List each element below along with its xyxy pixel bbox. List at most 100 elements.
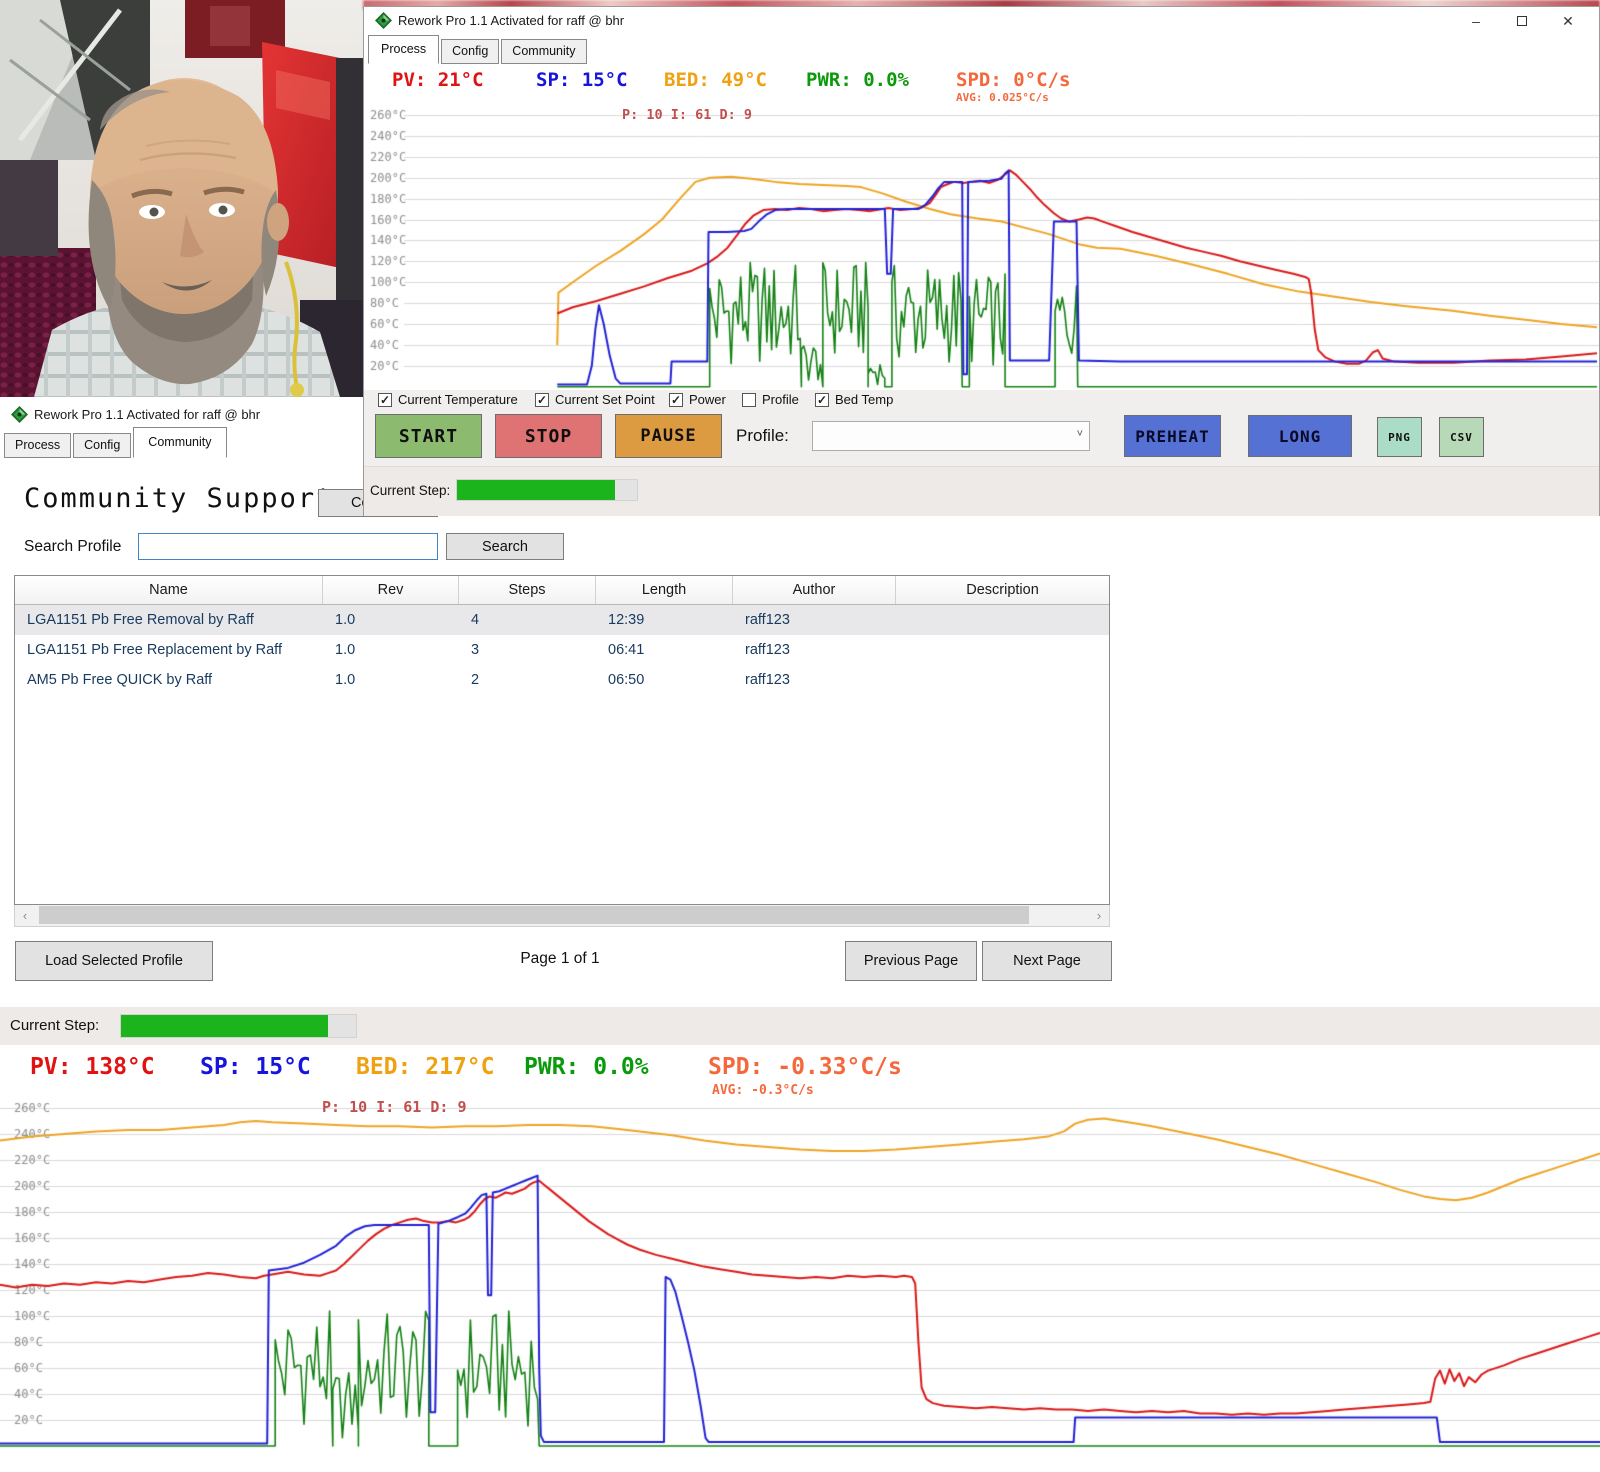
cell-steps: 3	[459, 642, 596, 658]
table-row[interactable]: AM5 Pb Free QUICK by Raff 1.0 2 06:50 ra…	[15, 665, 1109, 695]
current-step-label: Current Step:	[370, 483, 450, 498]
webcam-video	[0, 0, 363, 397]
table-row[interactable]: LGA1151 Pb Free Removal by Raff 1.0 4 12…	[15, 605, 1109, 635]
scroll-right-icon[interactable]: ›	[1089, 905, 1109, 925]
checkbox-label: Profile	[762, 392, 799, 407]
cell-steps: 2	[459, 672, 596, 688]
window-title: Rework Pro 1.1 Activated for raff @ bhr	[34, 407, 260, 422]
community-support-heading: Community Support	[24, 483, 334, 514]
table-horizontal-scrollbar[interactable]: ‹ ›	[14, 905, 1110, 927]
sp-readout: SP: 15°C	[200, 1054, 311, 1080]
checkbox-profile[interactable]: Profile	[742, 392, 799, 407]
csv-export-button[interactable]: CSV	[1439, 417, 1484, 457]
start-button[interactable]: START	[375, 414, 482, 458]
pwr-readout: PWR: 0.0%	[806, 69, 909, 91]
col-rev[interactable]: Rev	[323, 576, 459, 604]
scroll-left-icon[interactable]: ‹	[15, 905, 35, 925]
cell-name: LGA1151 Pb Free Removal by Raff	[15, 612, 323, 628]
col-steps[interactable]: Steps	[459, 576, 596, 604]
process-titlebar[interactable]: Rework Pro 1.1 Activated for raff @ bhr …	[364, 7, 1599, 35]
table-row[interactable]: LGA1151 Pb Free Replacement by Raff 1.0 …	[15, 635, 1109, 665]
checkbox-label: Current Set Point	[555, 392, 655, 407]
cell-length: 12:39	[596, 612, 733, 628]
scrollbar-thumb[interactable]	[39, 906, 1029, 924]
bottom-chart-area: PV: 138°C SP: 15°C BED: 217°C PWR: 0.0% …	[0, 1045, 1600, 1467]
profile-combobox[interactable]: ˅	[812, 421, 1090, 451]
minimize-button[interactable]: –	[1453, 7, 1499, 35]
tab-process[interactable]: Process	[4, 433, 71, 458]
profile-label: Profile:	[736, 426, 789, 446]
cell-length: 06:50	[596, 672, 733, 688]
checkbox-label: Current Temperature	[398, 392, 518, 407]
search-profile-label: Search Profile	[24, 538, 121, 556]
process-chart-bottom-wrap: P: 10 I: 61 D: 9	[0, 1096, 1600, 1467]
current-step-label: Current Step:	[10, 1017, 99, 1034]
cell-name: LGA1151 Pb Free Replacement by Raff	[15, 642, 323, 658]
pid-readout: P: 10 I: 61 D: 9	[622, 107, 752, 123]
png-export-button[interactable]: PNG	[1377, 417, 1422, 457]
next-page-button[interactable]: Next Page	[982, 941, 1112, 981]
col-length[interactable]: Length	[596, 576, 733, 604]
previous-page-button[interactable]: Previous Page	[845, 941, 977, 981]
search-button[interactable]: Search	[446, 533, 564, 560]
tab-config[interactable]: Config	[441, 39, 499, 64]
checkbox-label: Bed Temp	[835, 392, 893, 407]
long-button[interactable]: LONG	[1248, 415, 1352, 457]
community-tab-bar: Process Config Community	[4, 427, 229, 458]
checkmark-icon: ✓	[535, 393, 549, 407]
checkbox-current-temperature[interactable]: ✓ Current Temperature	[378, 392, 518, 407]
cell-rev: 1.0	[323, 672, 459, 688]
checkmark-icon: ✓	[815, 393, 829, 407]
search-profile-input[interactable]	[138, 533, 438, 560]
page-indicator: Page 1 of 1	[460, 950, 660, 968]
process-chart-bottom	[0, 1096, 1600, 1467]
load-selected-profile-button[interactable]: Load Selected Profile	[15, 941, 213, 981]
profile-table: Name Rev Steps Length Author Description…	[14, 575, 1110, 905]
checkbox-current-set-point[interactable]: ✓ Current Set Point	[535, 392, 655, 407]
spd-readout: SPD: -0.33°C/s	[708, 1054, 902, 1080]
bottom-panel: Current Step: PV: 138°C SP: 15°C BED: 21…	[0, 1007, 1600, 1467]
checkbox-bed-temp[interactable]: ✓ Bed Temp	[815, 392, 893, 407]
chevron-down-icon: ˅	[1077, 428, 1083, 440]
current-step-strip: Current Step:	[0, 1007, 1600, 1045]
current-step-strip: Current Step:	[364, 466, 1599, 516]
tab-config[interactable]: Config	[73, 433, 131, 458]
col-description[interactable]: Description	[896, 576, 1109, 604]
app-logo-icon	[375, 12, 392, 29]
series-checkbox-row: ✓ Current Temperature ✓ Current Set Poin…	[364, 390, 1599, 410]
process-tab-bar: Process Config Community	[368, 35, 589, 64]
pv-readout: PV: 21°C	[392, 69, 484, 91]
desktop: Rework Pro 1.1 Activated for raff @ bhr …	[0, 0, 1600, 1467]
pause-button[interactable]: PAUSE	[615, 414, 722, 458]
tab-process[interactable]: Process	[368, 35, 439, 64]
checkbox-power[interactable]: ✓ Power	[669, 392, 726, 407]
window-controls: – ✕	[1453, 7, 1591, 35]
stop-button[interactable]: STOP	[495, 414, 602, 458]
preheat-button[interactable]: PREHEAT	[1124, 415, 1221, 457]
current-step-progressbar	[120, 1014, 357, 1038]
window-title: Rework Pro 1.1 Activated for raff @ bhr	[398, 13, 624, 28]
close-button[interactable]: ✕	[1545, 7, 1591, 35]
pid-readout: P: 10 I: 61 D: 9	[322, 1098, 467, 1116]
col-author[interactable]: Author	[733, 576, 896, 604]
process-window: Rework Pro 1.1 Activated for raff @ bhr …	[363, 6, 1600, 516]
app-logo-icon	[11, 406, 28, 423]
maximize-button[interactable]	[1499, 7, 1545, 35]
cell-author: raff123	[733, 642, 896, 658]
cell-author: raff123	[733, 612, 896, 628]
bed-readout: BED: 49°C	[664, 69, 767, 91]
process-chart-top	[364, 103, 1599, 390]
control-button-row: START STOP PAUSE Profile: ˅ PREHEAT LONG…	[364, 410, 1599, 466]
pv-readout: PV: 138°C	[30, 1054, 155, 1080]
spd-readout: SPD: 0°C/s	[956, 69, 1070, 91]
col-name[interactable]: Name	[15, 576, 323, 604]
cell-length: 06:41	[596, 642, 733, 658]
tab-community[interactable]: Community	[501, 39, 586, 64]
checkbox-label: Power	[689, 392, 726, 407]
sp-readout: SP: 15°C	[536, 69, 628, 91]
maximize-icon	[1517, 16, 1527, 26]
readout-row: PV: 21°C SP: 15°C BED: 49°C PWR: 0.0% SP…	[364, 63, 1599, 103]
tab-community[interactable]: Community	[133, 427, 226, 458]
current-step-progressbar	[456, 479, 638, 501]
process-chart-top-wrap: P: 10 I: 61 D: 9	[364, 103, 1599, 390]
